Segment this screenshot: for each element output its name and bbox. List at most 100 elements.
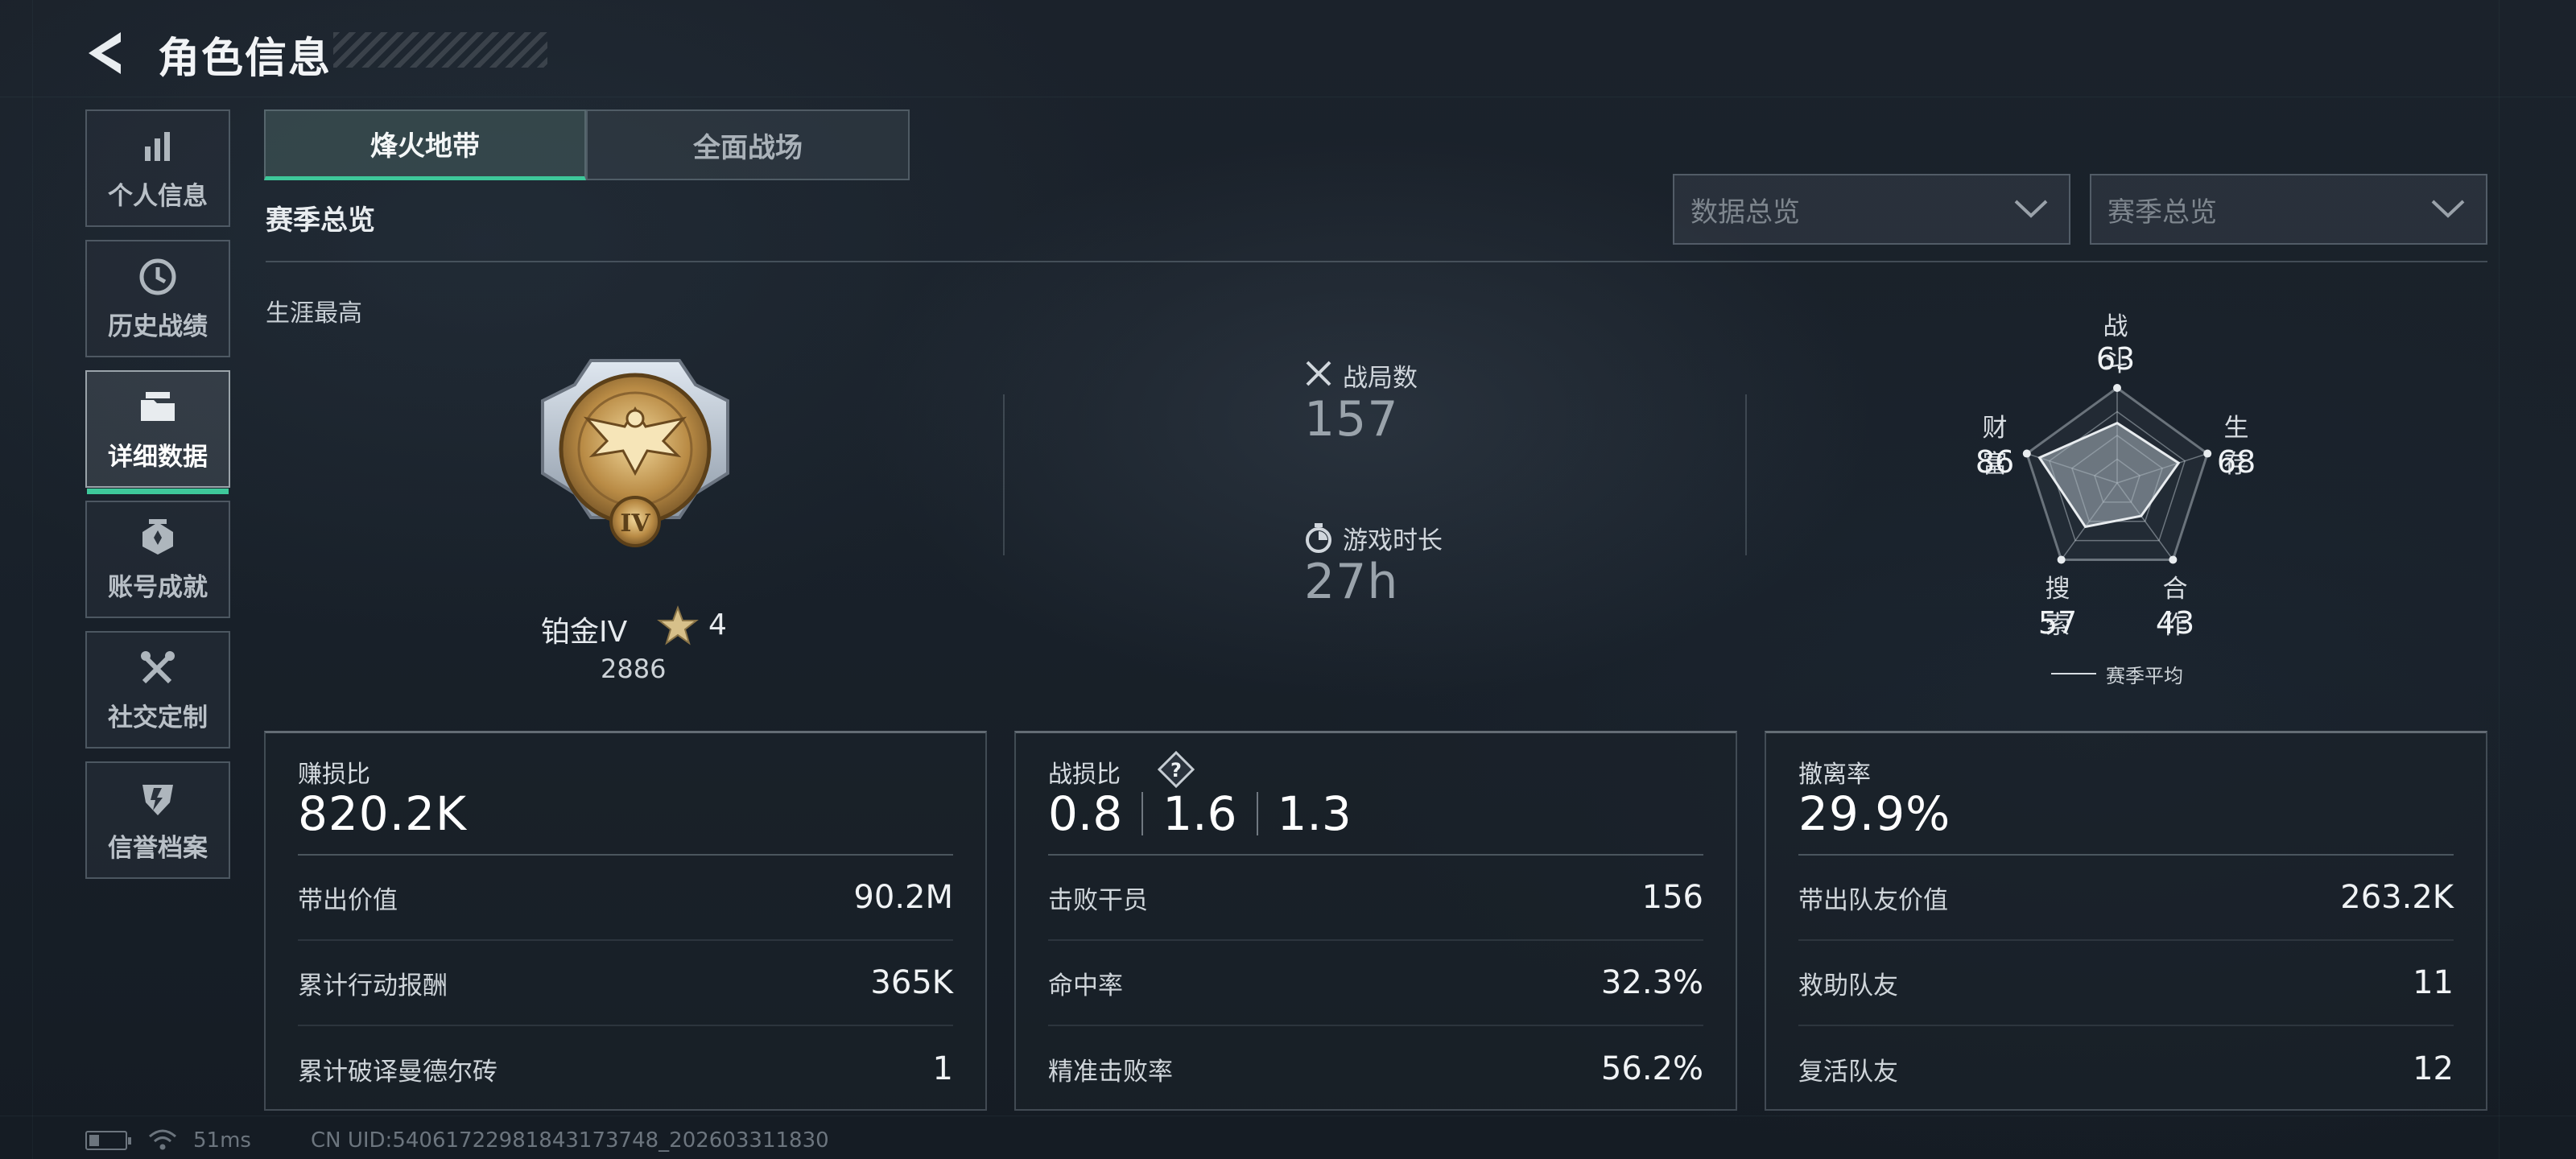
stat-value: 12 — [2413, 1050, 2454, 1087]
radar-vertex-dot — [2022, 449, 2031, 458]
stat-label: 累计破译曼德尔砖 — [298, 1057, 497, 1087]
kd-value: 1.6 — [1162, 786, 1237, 841]
radar-value-wealth: 86 — [1975, 444, 2015, 480]
sidebar-item-label: 社交定制 — [108, 703, 208, 732]
sidebar-item-social[interactable]: 社交定制 — [85, 631, 230, 749]
sidebar-item-detailed-data[interactable]: 详细数据 — [85, 370, 230, 494]
radar-vertex-dot — [2169, 555, 2178, 564]
stat-label: 复活队友 — [1798, 1057, 1898, 1087]
stat-row: 带出队友价值 263.2K — [1798, 856, 2454, 941]
history-icon — [137, 256, 179, 298]
stat-value: 1 — [932, 1050, 953, 1087]
dropdown-value: 数据总览 — [1690, 196, 1800, 229]
sidebar-item-history[interactable]: 历史战绩 — [85, 240, 230, 357]
sidebar-item-credit[interactable]: 信誉档案 — [85, 761, 230, 879]
section-title: 赛季总览 — [266, 204, 375, 237]
season-dropdown[interactable]: 赛季总览 — [2090, 174, 2487, 245]
svg-text:IV: IV — [620, 509, 650, 538]
stat-value: 32.3% — [1600, 964, 1703, 1001]
stat-row: 复活队友 12 — [1798, 1026, 2454, 1112]
stat-value: 11 — [2413, 964, 2454, 1001]
radar-legend-line — [2051, 673, 2096, 674]
battery-icon — [85, 1131, 131, 1150]
stat-row: 精准击败率 56.2% — [1048, 1026, 1703, 1112]
stat-value: 263.2K — [2340, 879, 2454, 916]
stat-value: 156 — [1641, 879, 1703, 916]
radar-vertex-dot — [2203, 449, 2212, 458]
rank-star-count: 4 — [708, 608, 727, 641]
rank-name: 铂金IV — [541, 616, 628, 649]
stat-label: 带出队友价值 — [1798, 885, 1948, 915]
sidebar-item-personal-info[interactable]: 个人信息 — [85, 109, 230, 227]
sidebar-item-label: 账号成就 — [108, 572, 208, 602]
radar-value-teamwork: 43 — [2155, 605, 2195, 641]
stat-value: 365K — [870, 964, 953, 1001]
kd-separator — [1256, 792, 1258, 835]
back-arrow-icon[interactable] — [84, 29, 132, 77]
svg-text:?: ? — [1170, 759, 1182, 782]
kd-separator — [1141, 792, 1144, 835]
column-divider — [1745, 394, 1747, 555]
chevron-down-icon — [2431, 200, 2465, 218]
wifi-icon — [149, 1129, 176, 1150]
stat-label: 命中率 — [1048, 971, 1123, 1000]
tools-icon — [137, 647, 179, 689]
tab-full-battlefield[interactable]: 全面战场 — [586, 109, 910, 180]
stat-label: 击败干员 — [1048, 885, 1148, 915]
stopwatch-icon — [1306, 523, 1331, 553]
card-main-value: 29.9% — [1798, 786, 1951, 841]
radar-value-search: 57 — [2037, 605, 2078, 641]
rank-medal-icon: IV — [541, 359, 729, 547]
stat-row: 击败干员 156 — [1048, 856, 1703, 941]
bg-grid-line — [2499, 0, 2500, 1159]
extraction-rate-card: 撤离率 29.9% 带出队友价值 263.2K 救助队友 11 复活队友 12 — [1765, 731, 2487, 1111]
kd-value: 0.8 — [1048, 786, 1123, 841]
card-title: 撤离率 — [1798, 761, 1871, 789]
status-footer: 51ms CN UID:54061722981843173748_2026033… — [85, 1128, 829, 1153]
column-divider — [1003, 394, 1005, 555]
sidebar-item-label: 信誉档案 — [108, 833, 208, 863]
tab-hazard-zone[interactable]: 烽火地带 — [264, 109, 586, 180]
bar-chart-icon — [137, 126, 179, 167]
player-uid: CN UID:54061722981843173748_202603311830 — [310, 1128, 829, 1153]
playtime-label: 游戏时长 — [1343, 526, 1443, 555]
radar-vertex-dot — [2057, 555, 2066, 564]
dropdown-value: 赛季总览 — [2107, 196, 2217, 229]
help-icon[interactable]: ? — [1158, 751, 1195, 788]
matches-value: 157 — [1304, 391, 1399, 448]
radar-value-survival: 68 — [2216, 444, 2256, 480]
radar-value-combat: 63 — [2095, 341, 2136, 377]
stat-row: 命中率 32.3% — [1048, 941, 1703, 1026]
kd-ratio-card: 战损比 ? 0.8 1.6 1.3 击败干员 156 命中率 32.3% 精准击… — [1014, 731, 1737, 1111]
card-main-value: 820.2K — [298, 786, 468, 841]
stat-value: 90.2M — [853, 879, 953, 916]
kd-value: 1.3 — [1277, 786, 1352, 841]
sidebar-item-label: 详细数据 — [108, 442, 208, 472]
card-title: 战损比 — [1048, 761, 1121, 789]
stat-value: 56.2% — [1600, 1050, 1703, 1087]
stat-row: 累计破译曼德尔砖 1 — [298, 1026, 953, 1112]
rank-score: 2886 — [601, 654, 667, 684]
bg-grid-line — [32, 0, 33, 1159]
chevron-down-icon — [2014, 200, 2048, 218]
profit-ratio-card: 赚损比 820.2K 带出价值 90.2M 累计行动报酬 365K 累计破译曼德… — [264, 731, 987, 1111]
ping-value: 51ms — [193, 1128, 251, 1153]
credit-icon — [137, 777, 179, 819]
data-type-dropdown[interactable]: 数据总览 — [1673, 174, 2070, 245]
sidebar-item-label: 历史战绩 — [108, 311, 208, 341]
title-decoration — [333, 32, 547, 68]
playtime-value: 27h — [1304, 554, 1399, 610]
folder-icon — [137, 386, 179, 428]
crossed-swords-icon — [1306, 361, 1331, 386]
kd-values: 0.8 1.6 1.3 — [1048, 786, 1352, 841]
radar-legend-label: 赛季平均 — [2106, 665, 2183, 687]
stat-label: 累计行动报酬 — [298, 971, 448, 1000]
career-best-label: 生涯最高 — [266, 299, 362, 328]
stat-label: 救助队友 — [1798, 971, 1898, 1000]
card-title: 赚损比 — [298, 761, 370, 789]
star-icon — [657, 605, 699, 645]
matches-label: 战局数 — [1343, 364, 1418, 393]
radar-vertex-dot — [2113, 384, 2121, 392]
sidebar-item-achievements[interactable]: 账号成就 — [85, 501, 230, 618]
stat-row: 累计行动报酬 365K — [298, 941, 953, 1026]
